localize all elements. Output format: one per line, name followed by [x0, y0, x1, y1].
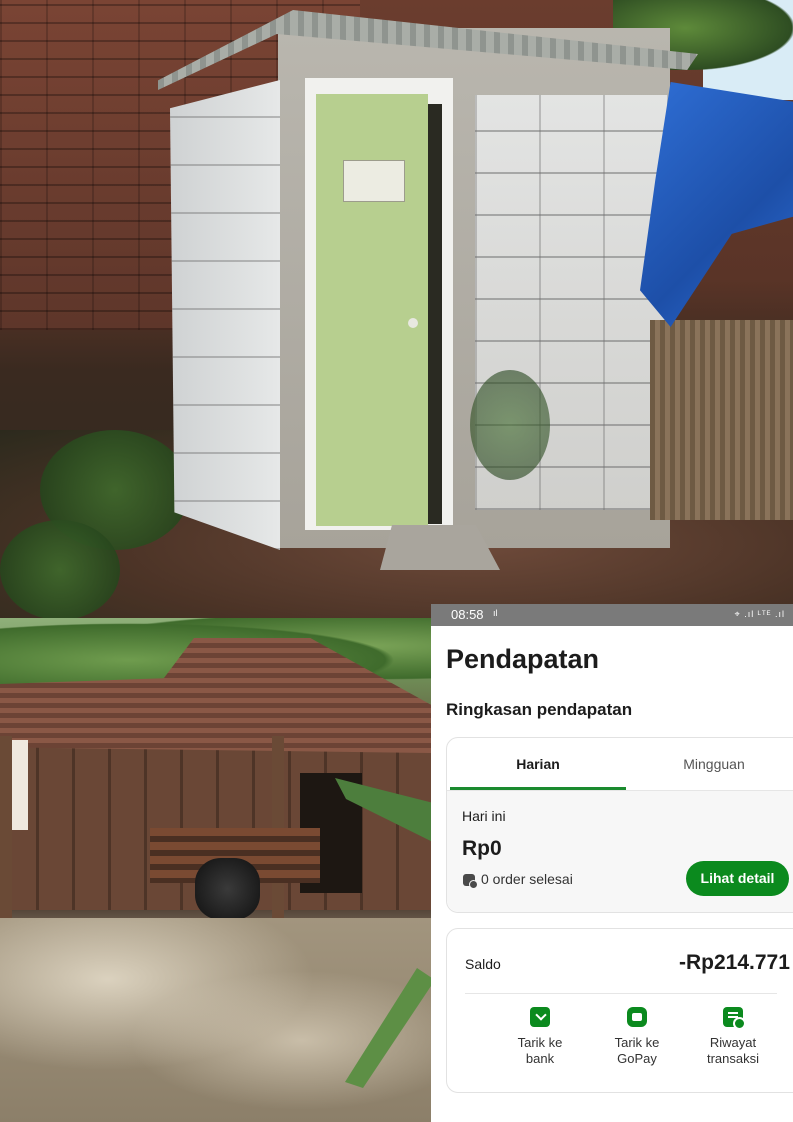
wallet-icon: [627, 1007, 647, 1027]
today-amount: Rp0: [462, 837, 502, 860]
door-notice: [343, 160, 405, 202]
action-label: Tarik ke bank: [495, 1035, 585, 1067]
status-time: 08:58: [451, 607, 484, 622]
weed: [470, 370, 550, 480]
action-label-line: Tarik ke: [517, 1035, 563, 1050]
withdraw-gopay-button[interactable]: Tarik ke GoPay: [592, 1007, 682, 1067]
balance-label: Saldo: [465, 956, 501, 972]
action-label-line: bank: [525, 1051, 555, 1066]
view-detail-button[interactable]: Lihat detail: [686, 861, 789, 896]
action-label-line: Riwayat: [709, 1035, 757, 1050]
plant: [0, 520, 120, 618]
status-indicators: ⌖ .ıl ᴸᵀᴱ .ıl: [734, 609, 785, 619]
section-title: Ringkasan pendapatan: [446, 700, 633, 719]
dirt-yard: [0, 918, 431, 1122]
divider: [465, 993, 777, 994]
action-label: Riwayat transaksi: [688, 1035, 778, 1067]
toilet-building-photo: [0, 0, 793, 618]
tab-harian[interactable]: Harian: [450, 738, 626, 790]
balance-value: -Rp214.771: [679, 951, 790, 974]
action-label-line: GoPay: [617, 1051, 657, 1066]
transaction-history-icon: [723, 1007, 746, 1030]
wooden-pillar: [0, 736, 12, 926]
action-label-line: transaksi: [706, 1051, 760, 1066]
today-summary: Hari ini Rp0 0 order selesai Lihat detai…: [447, 791, 793, 912]
wooden-house-photo: [0, 618, 431, 1122]
signal-icon: ıl: [493, 608, 498, 618]
bamboo-fence: [650, 320, 793, 520]
transaction-history-button[interactable]: Riwayat transaksi: [688, 1007, 778, 1067]
door-knob: [408, 318, 418, 328]
tab-mingguan[interactable]: Mingguan: [626, 738, 793, 790]
earnings-summary-card: Harian Mingguan Hari ini Rp0 0 order sel…: [446, 737, 793, 913]
withdraw-bank-button[interactable]: Tarik ke bank: [495, 1007, 585, 1067]
download-icon: [530, 1007, 550, 1027]
page-title: Pendapatan: [446, 644, 600, 674]
status-bar: 08:58 ıl ⌖ .ıl ᴸᵀᴱ .ıl: [431, 604, 793, 626]
action-label: Tarik ke GoPay: [592, 1035, 682, 1067]
machine: [195, 858, 260, 920]
green-door: [316, 94, 428, 526]
balance-card: Saldo -Rp214.771 Tarik ke bank Tarik ke …: [446, 928, 793, 1093]
order-icon: [463, 874, 478, 889]
today-label: Hari ini: [462, 808, 506, 824]
action-label-line: Tarik ke: [614, 1035, 660, 1050]
orders-completed: 0 order selesai: [481, 871, 573, 887]
earnings-screen: 08:58 ıl ⌖ .ıl ᴸᵀᴱ .ıl Pendapatan Ringka…: [431, 604, 793, 1122]
door-gap: [428, 104, 442, 524]
building-side-wall: [170, 80, 280, 550]
